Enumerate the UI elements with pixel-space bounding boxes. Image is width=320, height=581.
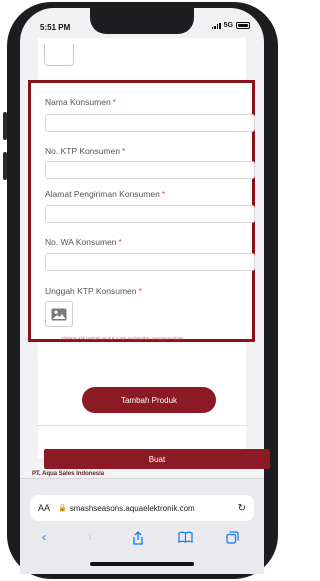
previous-section-card <box>44 44 74 66</box>
side-button <box>3 112 7 140</box>
required-mark: * <box>138 286 142 296</box>
status-indicators: 5G <box>211 22 250 29</box>
home-indicator <box>90 562 194 566</box>
notch <box>90 8 194 34</box>
alamat-input[interactable] <box>45 205 255 223</box>
upload-label-text: Unggah KTP Konsumen <box>45 286 137 296</box>
ktp-upload-button[interactable] <box>45 301 73 327</box>
reload-icon[interactable]: ↻ <box>238 503 246 514</box>
no-ktp-input[interactable] <box>45 161 255 179</box>
upload-label: Unggah KTP Konsumen * <box>45 286 142 296</box>
address-bar[interactable]: AA 🔒 smashseasons.aquaelektronik.com ↻ <box>30 495 254 521</box>
battery-icon <box>236 22 250 29</box>
field-label-text: Alamat Pengiriman Konsumen <box>45 189 160 199</box>
nama-konsumen-input[interactable] <box>45 114 255 132</box>
image-icon <box>51 308 67 320</box>
url-text[interactable]: smashseasons.aquaelektronik.com <box>70 504 238 513</box>
signal-icon <box>211 22 221 29</box>
divider <box>36 425 248 426</box>
side-button <box>3 152 7 180</box>
field-label-alamat: Alamat Pengiriman Konsumen * <box>45 189 165 199</box>
browser-toolbar: ‹ › <box>20 525 264 551</box>
tabs-icon[interactable] <box>226 531 239 546</box>
safari-bottom-bar: AA 🔒 smashseasons.aquaelektronik.com ↻ ‹… <box>20 478 264 574</box>
field-label-ktp: No. KTP Konsumen * <box>45 146 125 156</box>
network-label: 5G <box>223 22 233 29</box>
back-icon[interactable]: ‹ <box>42 531 46 543</box>
required-mark: * <box>118 237 122 247</box>
footer-company-text: PT. Aqua Sales Indonesia <box>32 471 105 477</box>
share-icon[interactable] <box>132 531 144 547</box>
no-wa-input[interactable] <box>45 253 255 271</box>
field-label-text: No. WA Konsumen <box>45 237 117 247</box>
field-label-nama: Nama Konsumen * <box>45 97 116 107</box>
buat-button[interactable]: Buat <box>44 449 270 469</box>
bookmarks-icon[interactable] <box>178 531 193 545</box>
hint-text: Silahkan klik tambah produk untuk melanj… <box>61 336 184 341</box>
field-label-wa: No. WA Konsumen * <box>45 237 122 247</box>
tambah-produk-button[interactable]: Tambah Produk <box>82 387 216 413</box>
required-mark: * <box>112 97 116 107</box>
lock-icon: 🔒 <box>58 505 67 512</box>
field-label-text: Nama Konsumen <box>45 97 111 107</box>
status-time: 5:51 PM <box>40 23 71 32</box>
required-mark: * <box>121 146 126 156</box>
forward-icon[interactable]: › <box>88 531 92 543</box>
required-mark: * <box>161 189 166 199</box>
field-label-text: No. KTP Konsumen <box>45 146 120 156</box>
customer-form: Nama Konsumen * No. KTP Konsumen * Alamat … <box>28 80 255 342</box>
reader-options-button[interactable]: AA <box>38 503 50 513</box>
